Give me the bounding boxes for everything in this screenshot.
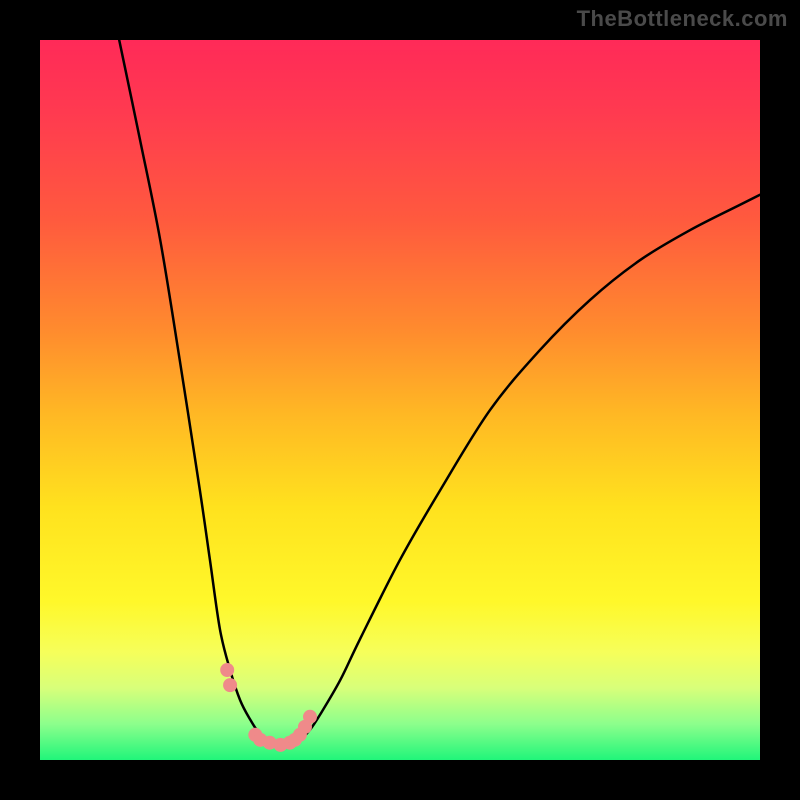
marker-dot bbox=[303, 710, 317, 724]
left-curve-path bbox=[119, 40, 280, 745]
watermark-text: TheBottleneck.com bbox=[577, 6, 788, 32]
marker-dot bbox=[220, 663, 234, 677]
plot-area bbox=[40, 40, 760, 760]
chart-frame: TheBottleneck.com bbox=[0, 0, 800, 800]
marker-cluster bbox=[220, 663, 317, 752]
right-curve-path bbox=[291, 195, 760, 745]
right-curve bbox=[291, 195, 760, 745]
left-curve bbox=[119, 40, 280, 745]
marker-dot bbox=[223, 678, 237, 692]
chart-svg bbox=[40, 40, 760, 760]
